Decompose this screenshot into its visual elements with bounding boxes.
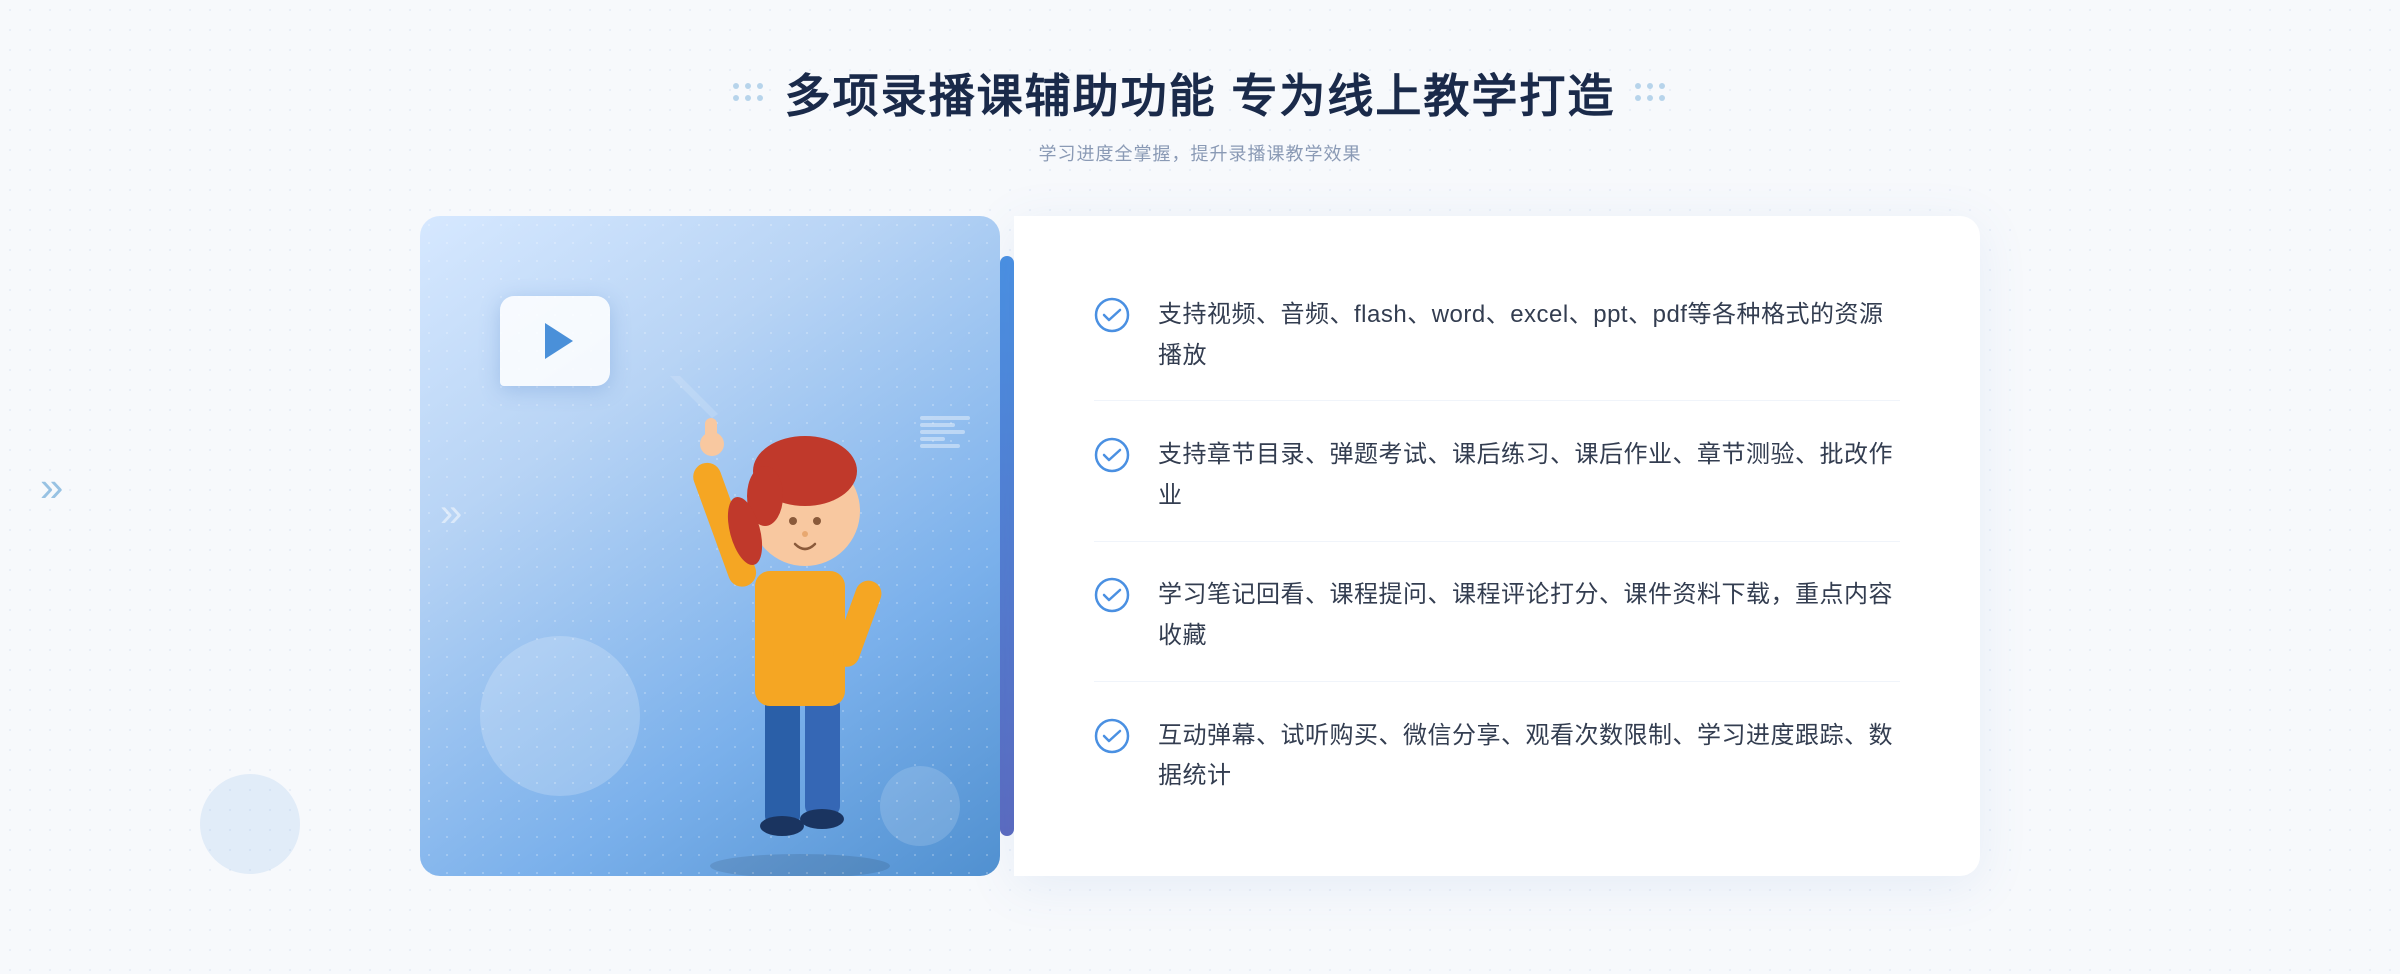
features-panel: 支持视频、音频、flash、word、excel、ppt、pdf等各种格式的资源… <box>1014 216 1980 876</box>
left-chevron-decoration: » <box>40 463 63 511</box>
check-icon-4 <box>1094 718 1130 754</box>
left-dot-decoration <box>733 83 765 103</box>
feature-text-3: 学习笔记回看、课程提问、课程评论打分、课件资料下载，重点内容收藏 <box>1158 575 1900 657</box>
feature-item-3: 学习笔记回看、课程提问、课程评论打分、课件资料下载，重点内容收藏 <box>1094 551 1900 682</box>
page-title: 多项录播课辅助功能 专为线上教学打造 <box>785 60 1616 126</box>
content-section: » 支持视频、音频、flash、word、excel、ppt、pdf等各种格式的… <box>420 216 1980 876</box>
check-icon-2 <box>1094 437 1130 473</box>
header-section: 多项录播课辅助功能 专为线上教学打造 学习进度全掌握，提升录播课教学效果 <box>733 60 1668 166</box>
page-subtitle: 学习进度全掌握，提升录播课教学效果 <box>733 140 1668 166</box>
decorative-circle-large <box>480 636 640 796</box>
page-container: » 多项录播课辅助功能 专为线上教学打造 学习进度全掌握，提升录播课教学效果 <box>0 0 2400 974</box>
play-bubble <box>500 296 610 386</box>
blue-divider-bar <box>1000 256 1014 836</box>
person-illustration <box>650 376 950 876</box>
bottom-left-decoration <box>200 774 300 874</box>
feature-item-1: 支持视频、音频、flash、word、excel、ppt、pdf等各种格式的资源… <box>1094 271 1900 402</box>
right-dot-decoration <box>1635 83 1667 103</box>
illustration-card: » <box>420 216 1000 876</box>
feature-text-1: 支持视频、音频、flash、word、excel、ppt、pdf等各种格式的资源… <box>1158 295 1900 377</box>
feature-text-2: 支持章节目录、弹题考试、课后练习、课后作业、章节测验、批改作业 <box>1158 435 1900 517</box>
feature-text-4: 互动弹幕、试听购买、微信分享、观看次数限制、学习进度跟踪、数据统计 <box>1158 716 1900 798</box>
play-triangle-icon <box>545 323 573 359</box>
feature-item-2: 支持章节目录、弹题考试、课后练习、课后作业、章节测验、批改作业 <box>1094 411 1900 542</box>
check-icon-3 <box>1094 577 1130 613</box>
title-row: 多项录播课辅助功能 专为线上教学打造 <box>733 60 1668 126</box>
check-icon-1 <box>1094 297 1130 333</box>
card-chevrons-decoration: » <box>440 493 462 533</box>
feature-item-4: 互动弹幕、试听购买、微信分享、观看次数限制、学习进度跟踪、数据统计 <box>1094 692 1900 822</box>
